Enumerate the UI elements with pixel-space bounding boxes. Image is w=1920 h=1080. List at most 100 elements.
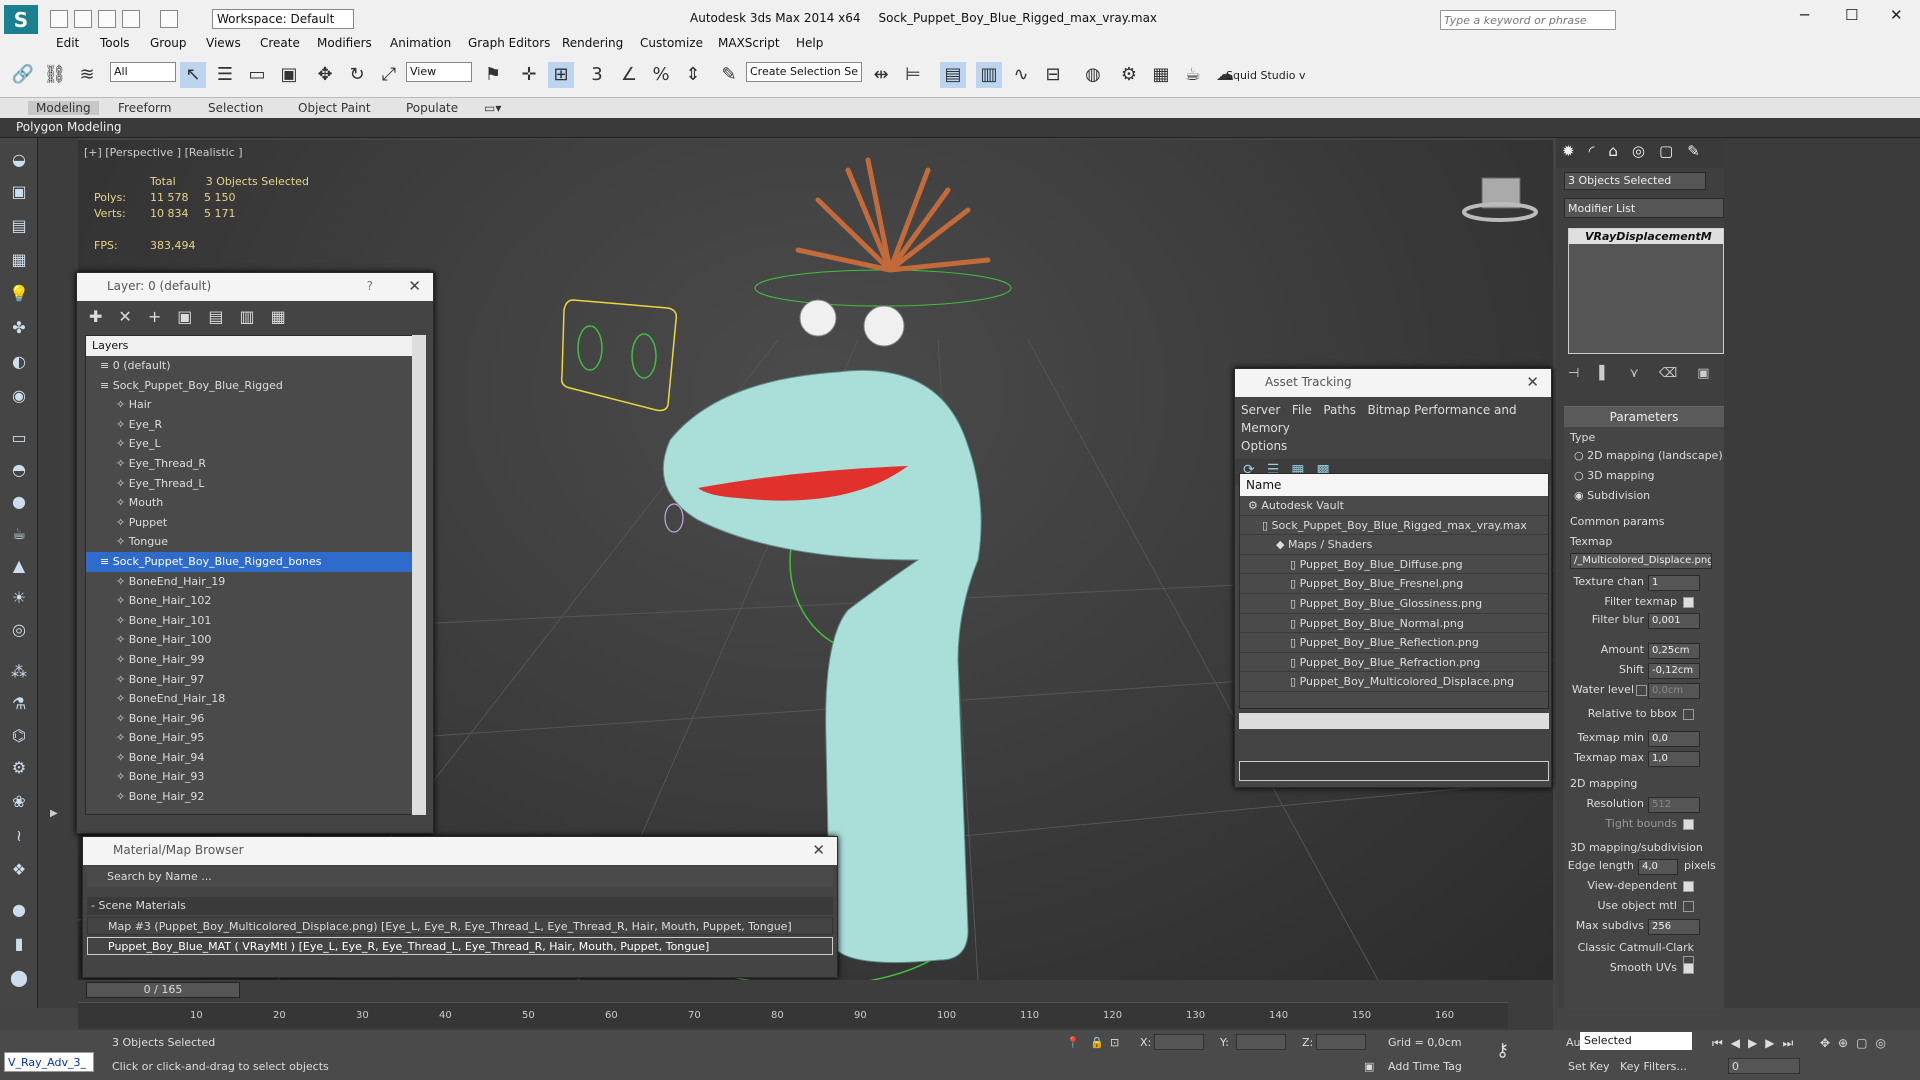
move-icon[interactable]: ✥ <box>312 62 338 88</box>
use-object-mtl-checkbox[interactable] <box>1683 900 1694 912</box>
viewport-icon[interactable]: ◒ <box>8 150 30 172</box>
asset-row[interactable]: ▯ Puppet_Boy_Multicolored_Displace.png <box>1240 672 1548 692</box>
new-layer-icon[interactable]: ✚ <box>89 307 118 326</box>
options-icon[interactable]: ⬤ <box>8 968 30 990</box>
menu-bitmap-performance[interactable]: Bitmap Performance and Memory <box>1241 403 1517 435</box>
layer-dialog-title[interactable]: Layer: 0 (default)? ✕ <box>77 273 433 301</box>
edit-named-selection-icon[interactable]: ✎ <box>716 62 742 88</box>
sun-icon[interactable]: ☀ <box>8 588 30 610</box>
track-bar[interactable] <box>78 1002 1508 1028</box>
asset-row[interactable]: ▯ Puppet_Boy_Blue_Fresnel.png <box>1240 574 1548 594</box>
hierarchy-icon[interactable]: ⌬ <box>8 726 30 748</box>
time-tag-icon[interactable]: ▣ <box>1364 1060 1374 1073</box>
particle-icon[interactable]: ⁂ <box>8 662 30 684</box>
layer-row[interactable]: ✧ Bone_Hair_96 <box>86 709 418 729</box>
menu-rendering[interactable]: Rendering <box>562 36 623 50</box>
tight-bounds-checkbox[interactable] <box>1683 818 1694 830</box>
shape-icon[interactable]: ◐ <box>8 352 30 374</box>
x-coord-field[interactable] <box>1154 1034 1204 1050</box>
layer-row[interactable]: ✧ Bone_Hair_97 <box>86 670 418 690</box>
relative-bbox-checkbox[interactable] <box>1683 708 1694 720</box>
navigation-controls[interactable]: ✥⊕▢◎ <box>1820 1036 1894 1050</box>
hide-all-icon[interactable]: ▥ <box>239 307 270 326</box>
menu-tools[interactable]: Tools <box>100 36 130 50</box>
asset-hscrollbar[interactable] <box>1239 713 1549 729</box>
layer-row[interactable]: ✧ Bone_Hair_93 <box>86 767 418 787</box>
menu-file[interactable]: File <box>1292 403 1312 417</box>
motion-tab-icon[interactable]: ◎ <box>1632 142 1659 160</box>
layer-row[interactable]: ✧ Hair <box>86 395 418 415</box>
menu-help[interactable]: Help <box>796 36 823 50</box>
render-ball-icon[interactable]: ● <box>8 900 30 922</box>
layer-row[interactable]: ✧ BoneEnd_Hair_19 <box>86 572 418 592</box>
layer-row[interactable]: ✧ Bone_Hair_95 <box>86 728 418 748</box>
radio-2d-mapping[interactable]: ○ 2D mapping (landscape) <box>1574 449 1723 462</box>
save-file-icon[interactable] <box>98 10 116 28</box>
smooth-uvs-checkbox[interactable] <box>1683 962 1694 974</box>
cone-icon[interactable]: ▲ <box>8 556 30 578</box>
torus-icon[interactable]: ◎ <box>8 620 30 642</box>
make-unique-icon[interactable]: ⋎ <box>1629 366 1659 381</box>
menu-animation[interactable]: Animation <box>390 36 451 50</box>
new-file-icon[interactable] <box>50 10 68 28</box>
material-editor-icon[interactable]: ◍ <box>1080 62 1106 88</box>
remove-modifier-icon[interactable]: ⌫ <box>1659 366 1697 381</box>
hemisphere-icon[interactable]: ◓ <box>8 460 30 482</box>
layer-row[interactable]: ✧ Eye_L <box>86 434 418 454</box>
edge-length-field[interactable]: 4,0 <box>1638 859 1678 875</box>
schematic-view-icon[interactable]: ⊟ <box>1040 62 1066 88</box>
max-subdivs-field[interactable]: 256 <box>1648 919 1700 935</box>
open-file-icon[interactable] <box>74 10 92 28</box>
isolate-icon[interactable]: 📍 <box>1066 1036 1080 1049</box>
texmap-button[interactable]: /_Multicolored_Displace.png) <box>1570 553 1712 569</box>
ribbon-options-icon[interactable]: ▭▾ <box>484 101 501 115</box>
hair-icon[interactable]: ≀ <box>8 826 30 848</box>
curve-editor-icon[interactable]: ∿ <box>1008 62 1034 88</box>
box-icon[interactable]: ▭ <box>8 428 30 450</box>
select-manipulate-icon[interactable]: ✛ <box>516 62 542 88</box>
maximize-icon[interactable]: ☐ <box>1845 6 1858 24</box>
asset-row[interactable]: ▯ Puppet_Boy_Blue_Diffuse.png <box>1240 555 1548 575</box>
set-key-button[interactable]: Set Key <box>1568 1060 1610 1073</box>
name-column-header[interactable]: Name <box>1240 474 1548 496</box>
scale-icon[interactable]: ⤢ <box>376 62 402 88</box>
texmap-min-field[interactable]: 0,0 <box>1648 731 1700 747</box>
asset-row[interactable]: ⚙ Autodesk Vault <box>1240 496 1548 516</box>
resolution-field[interactable]: 512 <box>1648 797 1700 813</box>
layer-row[interactable]: ✧ Bone_Hair_102 <box>86 591 418 611</box>
freeze-all-icon[interactable]: ▦ <box>271 307 302 326</box>
playback-controls[interactable]: ⏮◀▶▶⏭ <box>1712 1036 1801 1051</box>
help-icon[interactable]: ? <box>367 279 373 293</box>
selection-filter-select[interactable]: All <box>110 62 176 82</box>
layer-row[interactable]: ✧ Eye_Thread_R <box>86 454 418 474</box>
key-mode-select[interactable]: Selected <box>1580 1032 1692 1050</box>
light-icon[interactable]: 💡 <box>8 284 30 306</box>
show-end-icon[interactable]: ▌ <box>1599 366 1629 381</box>
layer-row[interactable]: ≡ Sock_Puppet_Boy_Blue_Rigged_bones <box>86 551 418 572</box>
undo-icon[interactable] <box>122 10 140 28</box>
camera-icon[interactable]: ◉ <box>8 386 30 408</box>
gear-icon[interactable]: ⚙ <box>8 758 30 780</box>
asset-row[interactable]: ▯ Puppet_Boy_Blue_Reflection.png <box>1240 633 1548 653</box>
layer-row[interactable]: ≡ 0 (default) <box>86 356 418 376</box>
snap-toggle-icon[interactable]: 3 <box>584 62 610 88</box>
layer-row[interactable]: ✧ Puppet <box>86 513 418 533</box>
asset-row[interactable]: ▯ Puppet_Boy_Blue_Normal.png <box>1240 614 1548 634</box>
align-icon[interactable]: ⊨ <box>900 62 926 88</box>
time-slider[interactable]: 0 / 165 <box>86 982 240 998</box>
tongue-control[interactable] <box>664 503 684 533</box>
asset-path-field[interactable] <box>1239 761 1549 781</box>
eye-r-control[interactable] <box>577 325 603 371</box>
hierarchy-tab-icon[interactable]: ⌂ <box>1608 142 1632 160</box>
asset-tracking-title[interactable]: Asset Tracking ✕ <box>1235 369 1551 397</box>
layer-row[interactable]: ✧ BoneEnd_Hair_18 <box>86 689 418 709</box>
layer-row[interactable]: ✧ Eye_R <box>86 415 418 435</box>
maxscript-listener[interactable]: V_Ray_Adv_3_ <box>4 1052 94 1072</box>
sphere-icon[interactable]: ● <box>8 492 30 514</box>
layer-manager-icon[interactable]: ▤ <box>940 62 966 88</box>
close-icon[interactable]: ✕ <box>1526 373 1539 391</box>
current-frame-field[interactable]: 0 <box>1728 1058 1800 1074</box>
select-in-layer-icon[interactable]: ▣ <box>177 307 208 326</box>
absolute-mode-icon[interactable]: ⊡ <box>1110 1036 1119 1049</box>
menu-maxscript[interactable]: MAXScript <box>718 36 780 50</box>
